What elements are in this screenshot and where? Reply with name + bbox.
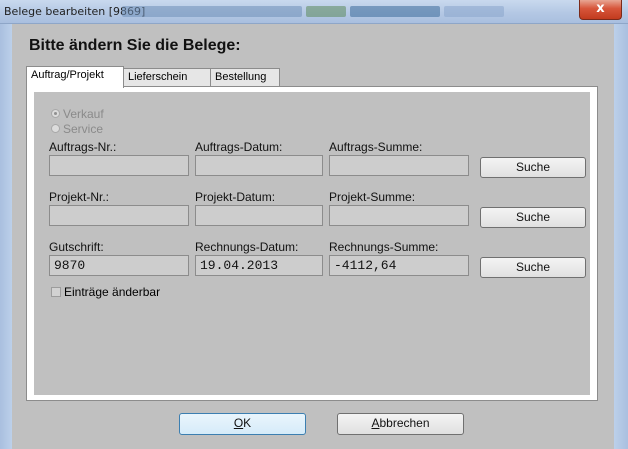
checkbox-label: Einträge änderbar [64,285,161,299]
rechnungs-datum-label: Rechnungs-Datum: [195,240,299,254]
auftrags-nr-field[interactable] [49,155,189,176]
tab-bestellung[interactable]: Bestellung [210,68,280,86]
projekt-nr-field[interactable] [49,205,189,226]
projekt-datum-label: Projekt-Datum: [195,190,276,204]
close-icon: x [596,1,605,16]
auftrags-datum-field[interactable] [195,155,323,176]
rechnungs-datum-field[interactable]: 19.04.2013 [195,255,323,276]
dialog-client-area: Bitte ändern Sie die Belege: Auftrag/Pro… [12,24,614,449]
window-titlebar[interactable]: Belege bearbeiten [9869] x [0,0,628,24]
projekt-datum-field[interactable] [195,205,323,226]
tab-label: Bestellung [215,71,267,83]
auftrags-summe-label: Auftrags-Summe: [329,140,423,154]
radio-label: Service [63,122,104,136]
gutschrift-field[interactable]: 9870 [49,255,189,276]
dialog-heading: Bitte ändern Sie die Belege: [29,37,241,54]
window-frame-right [614,24,628,449]
ok-mnemonic: O [233,416,244,430]
titlebar-blur-decoration [444,6,504,17]
auftrags-nr-label: Auftrags-Nr.: [49,140,117,154]
radio-label: Verkauf [63,107,104,121]
rechnung-suche-button[interactable]: Suche [480,257,586,278]
tab-lieferschein[interactable]: Lieferschein [123,68,211,86]
window-frame-left [0,24,12,449]
projekt-nr-label: Projekt-Nr.: [49,190,110,204]
tab-label: Auftrag/Projekt [31,69,104,81]
rechnungs-summe-label: Rechnungs-Summe: [329,240,439,254]
rechnungs-summe-field[interactable]: -4112,64 [329,255,469,276]
cancel-label-rest: bbrechen [379,416,430,430]
tab-panel: Verkauf Service Auftrags-Nr.: Auftrags-D… [26,86,598,401]
projekt-suche-button[interactable]: Suche [480,207,586,228]
auftrag-suche-button[interactable]: Suche [480,157,586,178]
auftrags-summe-field[interactable] [329,155,469,176]
ok-button[interactable]: OK [179,413,306,435]
titlebar-blur-decoration [122,6,302,17]
checkbox-box-icon [51,287,61,297]
tab-label: Lieferschein [128,71,188,83]
tab-auftrag-projekt[interactable]: Auftrag/Projekt [26,66,124,88]
radio-dot-icon [51,109,60,118]
ok-label-rest: K [243,416,252,430]
projekt-summe-field[interactable] [329,205,469,226]
close-button[interactable]: x [579,0,622,20]
titlebar-blur-decoration [306,6,346,17]
titlebar-blur-decoration [350,6,440,17]
auftrags-datum-label: Auftrags-Datum: [195,140,283,154]
cancel-button[interactable]: Abbrechen [337,413,464,435]
projekt-summe-label: Projekt-Summe: [329,190,416,204]
tab-panel-content: Verkauf Service Auftrags-Nr.: Auftrags-D… [34,92,590,395]
radio-dot-icon [51,124,60,133]
gutschrift-label: Gutschrift: [49,240,104,254]
